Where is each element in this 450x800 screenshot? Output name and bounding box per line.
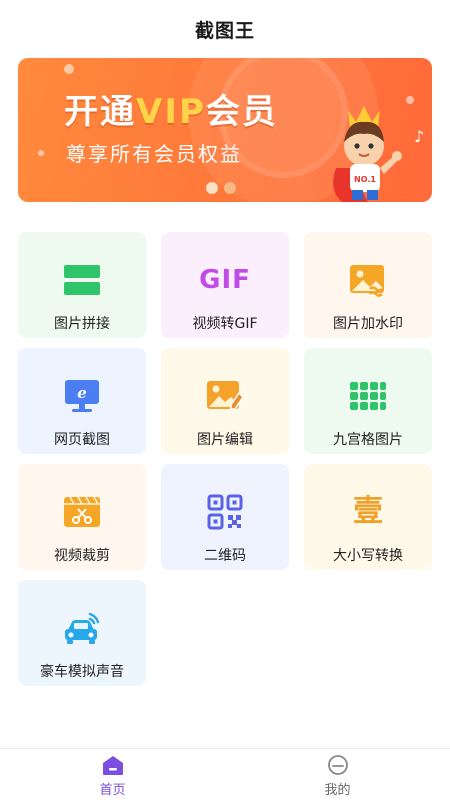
banner-decor-dot <box>38 150 44 156</box>
banner-pager <box>206 182 236 194</box>
scissors-icon <box>62 492 102 532</box>
tool-card-qrcode[interactable]: 二维码 <box>161 464 289 570</box>
tool-card-car-sound[interactable]: 豪车模拟声音 <box>18 580 146 686</box>
tool-label: 视频转GIF <box>192 316 258 332</box>
vip-banner[interactable]: 开通VIP会员 尊享所有会员权益 NO.1 ♪ <box>18 58 432 202</box>
tool-card-video-to-gif[interactable]: GIF 视频转GIF <box>161 232 289 338</box>
tool-label: 二维码 <box>204 548 246 564</box>
tool-label: 九宫格图片 <box>333 432 403 448</box>
tool-label: 图片加水印 <box>333 316 403 332</box>
tool-label: 豪车模拟声音 <box>40 664 124 680</box>
uppercase-icon: 壹 <box>353 494 383 529</box>
tab-home-label: 首页 <box>99 782 126 798</box>
tab-mine[interactable]: 我的 <box>225 749 450 800</box>
tool-label: 网页截图 <box>54 432 110 448</box>
svg-text:e: e <box>77 384 87 402</box>
app-header: 截图王 <box>0 0 450 58</box>
tool-label: 视频裁剪 <box>54 548 110 564</box>
tool-card-watermark[interactable]: 图片加水印 <box>304 232 432 338</box>
car-icon <box>62 608 102 648</box>
tool-grid: 图片拼接 GIF 视频转GIF 图片加水印 e 网页截图 图片编辑 九宫格图片 … <box>18 232 432 686</box>
monitor-icon: e <box>62 376 102 416</box>
grid-icon <box>348 376 388 416</box>
tool-label: 图片编辑 <box>197 432 253 448</box>
banner-subtitle: 尊享所有会员权益 <box>66 142 242 166</box>
mascot-illustration: NO.1 ♪ <box>333 106 424 202</box>
tool-card-case-convert[interactable]: 壹 大小写转换 <box>304 464 432 570</box>
svg-text:♪: ♪ <box>414 127 424 146</box>
tool-label: 大小写转换 <box>333 548 403 564</box>
mascot-shirt-text: NO.1 <box>354 175 376 184</box>
gif-icon: GIF <box>199 265 251 295</box>
tool-card-video-trim[interactable]: 视频裁剪 <box>18 464 146 570</box>
pager-dot <box>224 182 236 194</box>
pager-dot <box>206 182 218 194</box>
tool-card-web-screenshot[interactable]: e 网页截图 <box>18 348 146 454</box>
banner-headline: 开通VIP会员 <box>64 92 278 132</box>
qrcode-icon <box>205 492 245 532</box>
tool-card-nine-grid[interactable]: 九宫格图片 <box>304 348 432 454</box>
image-edit-icon <box>205 376 245 416</box>
stack-icon <box>62 260 102 300</box>
tab-home[interactable]: 首页 <box>0 749 225 800</box>
banner-decor-dot <box>64 64 74 74</box>
home-icon <box>102 755 123 775</box>
profile-face-icon <box>327 754 348 775</box>
tool-label: 图片拼接 <box>54 316 110 332</box>
bottom-tab-bar: 首页 我的 <box>0 748 450 800</box>
page-title: 截图王 <box>194 19 255 42</box>
watermark-icon <box>348 260 388 300</box>
tool-card-image-edit[interactable]: 图片编辑 <box>161 348 289 454</box>
tab-mine-label: 我的 <box>324 782 351 798</box>
tool-card-image-stitch[interactable]: 图片拼接 <box>18 232 146 338</box>
